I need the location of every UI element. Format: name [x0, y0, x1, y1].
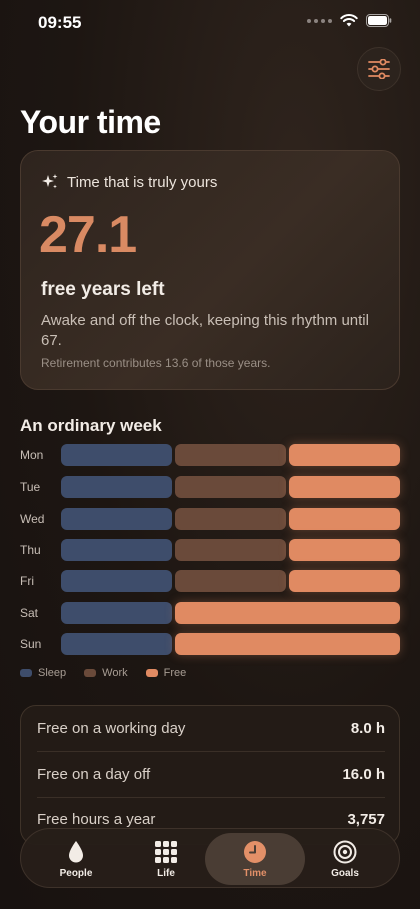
retirement-note: Retirement contributes 13.6 of those yea…: [41, 356, 271, 370]
work-bar: [175, 570, 286, 592]
tab-label: People: [59, 867, 93, 879]
sliders-icon: [368, 59, 390, 79]
tab-goals[interactable]: Goals: [295, 833, 395, 885]
legend-label: Sleep: [38, 667, 67, 679]
legend-swatch-free: [145, 669, 158, 677]
hero-description: Awake and off the clock, keeping this rh…: [41, 312, 369, 349]
status-icons: [307, 14, 392, 27]
status-bar: 09:55: [0, 0, 420, 48]
sleep-bar: [61, 570, 172, 592]
sleep-bar: [61, 539, 172, 561]
free-bar: [289, 508, 400, 530]
tab-label: Time: [243, 867, 267, 879]
legend-label: Free: [163, 667, 187, 679]
sleep-bar: [61, 602, 172, 624]
settings-button[interactable]: [357, 47, 401, 91]
day-label: Tue: [20, 480, 41, 494]
stat-row: Free on a working day 8.0 h: [21, 706, 399, 751]
sparkles-icon: [42, 174, 58, 189]
legend-label: Work: [102, 667, 128, 679]
stats-card: Free on a working day 8.0 h Free on a da…: [20, 705, 400, 845]
tab-life[interactable]: Life: [116, 833, 216, 885]
legend-swatch-sleep: [20, 669, 32, 677]
page-title: Your time: [20, 104, 161, 140]
free-bar: [175, 633, 400, 655]
grid-icon: [155, 840, 177, 863]
work-bar: [175, 539, 286, 561]
day-label: Mon: [20, 448, 44, 462]
week-section-title: An ordinary week: [20, 416, 162, 435]
battery-icon: [366, 14, 392, 27]
sleep-bar: [61, 476, 172, 498]
free-bar: [175, 602, 400, 624]
sleep-bar: [61, 508, 172, 530]
work-bar: [175, 444, 286, 466]
day-label: Thu: [20, 543, 41, 557]
legend-sleep: Sleep: [20, 667, 66, 679]
chart-legend: Sleep Work Free: [20, 667, 186, 679]
free-bar: [289, 476, 400, 498]
day-label: Sat: [20, 606, 39, 620]
clock-icon: [244, 840, 266, 863]
work-bar: [175, 508, 286, 530]
stat-value: 3,757: [347, 811, 385, 828]
hero-label: Time that is truly yours: [67, 173, 218, 191]
stat-label: Free on a working day: [37, 720, 186, 737]
stat-label: Free on a day off: [37, 766, 151, 783]
sleep-bar: [61, 633, 172, 655]
drop-icon: [69, 840, 83, 862]
free-years-value: 27.1: [39, 206, 137, 264]
sleep-bar: [61, 444, 172, 466]
day-label: Sun: [20, 637, 42, 651]
week-chart: Mon Tue Wed Thu Fri Sat Sun: [0, 444, 420, 659]
wifi-icon: [340, 14, 358, 27]
tab-bar: People Life Time Goals: [20, 828, 400, 888]
work-bar: [175, 476, 286, 498]
stat-label: Free hours a year: [37, 811, 156, 828]
legend-work: Work: [84, 667, 128, 679]
stat-value: 8.0 h: [350, 720, 385, 737]
status-time: 09:55: [38, 13, 82, 32]
tab-time[interactable]: Time: [205, 833, 305, 885]
free-bar: [289, 539, 400, 561]
stat-row: Free on a day off 16.0 h: [21, 752, 399, 797]
day-label: Fri: [20, 574, 34, 588]
target-icon: [333, 840, 357, 863]
tab-label: Goals: [331, 867, 359, 879]
cellular-dots-icon: [307, 18, 332, 23]
day-label: Wed: [20, 512, 45, 526]
tab-people[interactable]: People: [26, 833, 126, 885]
legend-free: Free: [145, 667, 187, 679]
free-bar: [289, 570, 400, 592]
free-bar: [289, 444, 400, 466]
free-years-unit: free years left: [41, 279, 165, 300]
tab-label: Life: [157, 867, 175, 879]
hero-header: Time that is truly yours: [41, 173, 217, 191]
stat-value: 16.0 h: [342, 766, 385, 783]
free-time-card: Time that is truly yours 27.1 free years…: [20, 150, 400, 390]
legend-swatch-work: [84, 669, 97, 677]
